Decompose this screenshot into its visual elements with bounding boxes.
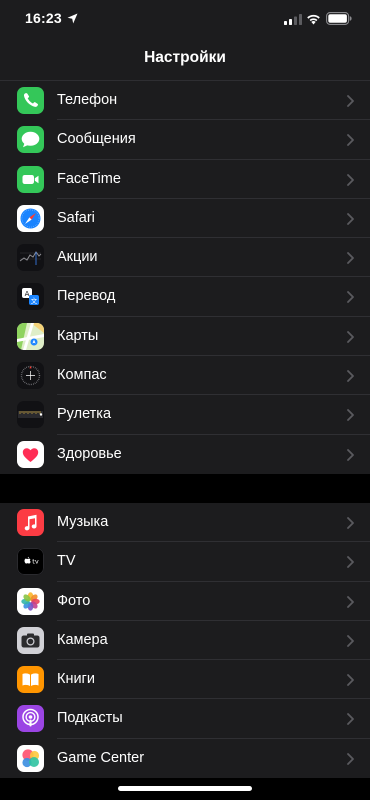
chevron-right-icon [347, 95, 354, 107]
settings-row-photos[interactable]: Фото [0, 582, 370, 621]
settings-row-label: Книги [57, 671, 95, 688]
settings-row-label: Сообщения [57, 131, 136, 148]
settings-row-tv[interactable]: tv TV [0, 542, 370, 582]
settings-row-label: Камера [57, 631, 108, 648]
chevron-right-icon [347, 370, 354, 382]
settings-row-music[interactable]: Музыка [0, 503, 370, 543]
settings-row-label: Музыка [57, 514, 109, 530]
settings-row-camera[interactable]: Камера [0, 621, 370, 661]
facetime-icon [17, 165, 44, 193]
settings-screen: 16:23 Настройки Телефон Сообщения FaceTi… [0, 0, 370, 800]
status-time: 16:23 [25, 10, 62, 26]
wifi-icon [307, 14, 320, 25]
podcasts-icon [17, 705, 44, 733]
settings-row-books[interactable]: Книги [0, 660, 370, 700]
books-icon [17, 666, 44, 694]
settings-row-facetime[interactable]: FaceTime [0, 160, 370, 199]
top-bar: 16:23 Настройки [0, 0, 370, 81]
battery-icon [326, 12, 352, 25]
settings-row-label: Перевод [57, 288, 116, 305]
settings-group-apps-1: Телефон Сообщения FaceTime Safari Акции … [0, 81, 370, 474]
settings-row-health[interactable]: Здоровье [0, 435, 370, 474]
chevron-right-icon [347, 448, 354, 461]
messages-icon [17, 126, 44, 154]
svg-text:A: A [25, 290, 30, 298]
svg-text:文: 文 [31, 296, 38, 305]
phone-icon [17, 87, 44, 114]
measure-icon [17, 401, 44, 429]
chevron-right-icon [347, 212, 354, 225]
compass-icon [17, 362, 44, 390]
settings-row-label: Подкасты [57, 710, 123, 727]
safari-icon [17, 204, 44, 232]
camera-icon [17, 626, 44, 654]
settings-row-safari[interactable]: Safari [0, 199, 370, 239]
chevron-right-icon [347, 409, 354, 422]
tv-icon: tv [17, 548, 44, 576]
chevron-right-icon [347, 752, 354, 765]
settings-row-stocks[interactable]: Акции [0, 238, 370, 278]
chevron-right-icon [347, 634, 354, 647]
settings-group-apps-2: Музыка tv TV Фото Камера Книги Подкасты … [0, 503, 370, 779]
settings-row-label: Game Center [57, 749, 145, 766]
settings-row-translate[interactable]: A 文 Перевод [0, 277, 370, 317]
chevron-right-icon [347, 173, 354, 186]
settings-row-measure[interactable]: Рулетка [0, 395, 370, 435]
chevron-right-icon [347, 556, 354, 569]
chevron-right-icon [347, 330, 354, 343]
cellular-signal-icon [284, 14, 302, 25]
health-icon [17, 440, 44, 468]
settings-row-podcasts[interactable]: Подкасты [0, 699, 370, 739]
settings-row-label: Фото [57, 592, 91, 609]
maps-icon [17, 322, 44, 350]
chevron-right-icon [347, 517, 354, 529]
chevron-right-icon [347, 713, 354, 726]
settings-row-label: Телефон [57, 92, 118, 108]
music-icon [17, 509, 44, 536]
game-center-icon [17, 744, 44, 772]
chevron-right-icon [347, 595, 354, 608]
settings-row-compass[interactable]: Компас [0, 356, 370, 396]
settings-row-label: Здоровье [57, 445, 122, 462]
svg-text:tv: tv [32, 558, 39, 566]
home-indicator[interactable] [118, 786, 252, 791]
page-title: Настройки [144, 49, 226, 66]
stocks-icon [17, 244, 44, 272]
settings-row-phone[interactable]: Телефон [0, 81, 370, 121]
settings-row-label: Компас [57, 367, 107, 384]
settings-row-label: Safari [57, 209, 95, 226]
settings-row-game-center[interactable]: Game Center [0, 739, 370, 778]
settings-row-label: Рулетка [57, 406, 112, 423]
location-arrow-icon [67, 13, 78, 24]
settings-row-label: Карты [57, 327, 99, 344]
chevron-right-icon [347, 134, 354, 147]
chevron-right-icon [347, 291, 354, 304]
settings-row-label: Акции [57, 249, 98, 266]
settings-row-label: TV [57, 553, 76, 570]
settings-row-maps[interactable]: Карты [0, 317, 370, 357]
status-bar: 16:23 [0, 0, 370, 40]
settings-row-label: FaceTime [57, 170, 121, 187]
chevron-right-icon [347, 674, 354, 687]
photos-icon [17, 587, 44, 615]
chevron-right-icon [347, 252, 354, 265]
settings-row-messages[interactable]: Сообщения [0, 120, 370, 160]
translate-icon: A 文 [17, 283, 44, 311]
